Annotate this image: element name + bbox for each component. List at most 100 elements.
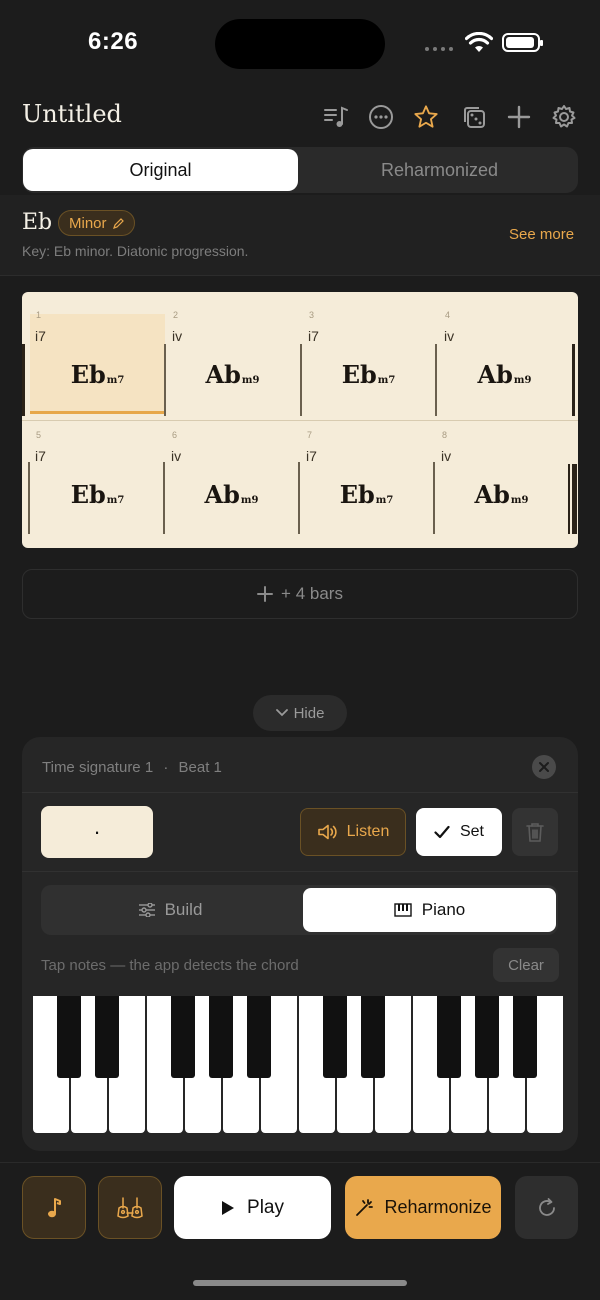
- piano-black-key[interactable]: [171, 996, 195, 1078]
- chord-root: Ab: [477, 360, 513, 389]
- play-icon: [222, 1200, 235, 1215]
- roman-numeral: i7: [306, 448, 317, 464]
- delete-button[interactable]: [512, 808, 558, 856]
- key-description: Key: Eb minor. Diatonic progression.: [22, 243, 249, 259]
- barline: [164, 344, 166, 416]
- mode-badge[interactable]: Minor: [58, 210, 135, 236]
- bar-number: 5: [36, 430, 42, 440]
- chord-quality: m7: [106, 375, 125, 386]
- bar-8[interactable]: 8 iv Abm9: [434, 430, 569, 534]
- add-bars-button[interactable]: + 4 bars: [22, 569, 578, 619]
- chord-symbol: Abm9: [164, 480, 299, 509]
- bar-number: 6: [172, 430, 178, 440]
- close-icon: [539, 762, 549, 772]
- gear-icon[interactable]: [551, 104, 577, 130]
- see-more-link[interactable]: See more: [509, 226, 574, 243]
- bar-2[interactable]: 2 iv Abm9: [165, 310, 300, 414]
- beat-label: Beat 1: [178, 759, 222, 776]
- bar-4[interactable]: 4 iv Abm9: [437, 310, 572, 414]
- editor-position: Time signature 1 · Beat 1: [42, 759, 222, 776]
- roman-numeral: i7: [35, 448, 46, 464]
- music-list-icon[interactable]: [323, 104, 349, 130]
- build-label: Build: [164, 900, 203, 919]
- wifi-icon: [464, 31, 494, 59]
- barline: [163, 462, 165, 534]
- piano-black-key[interactable]: [475, 996, 499, 1078]
- key-name: Eb: [22, 210, 53, 235]
- status-time: 6:26: [88, 28, 139, 55]
- tab-reharmonized[interactable]: Reharmonized: [302, 149, 577, 191]
- piano-black-key[interactable]: [209, 996, 233, 1078]
- chord-root: Eb: [339, 480, 375, 509]
- band-button[interactable]: [98, 1176, 162, 1239]
- piano-black-key[interactable]: [323, 996, 347, 1078]
- music-note-button[interactable]: [22, 1176, 86, 1239]
- bar-5[interactable]: 5 i7 Ebm7: [30, 430, 165, 534]
- tap-hint: Tap notes — the app detects the chord: [41, 957, 299, 974]
- chord-symbol: Abm9: [434, 480, 569, 509]
- instruments-icon: [117, 1196, 143, 1218]
- piano-black-key[interactable]: [513, 996, 537, 1078]
- final-barline-thick: [572, 464, 577, 534]
- barline: [298, 462, 300, 534]
- piano-black-key[interactable]: [361, 996, 385, 1078]
- home-indicator[interactable]: [193, 1280, 407, 1286]
- start-barline: [22, 344, 25, 416]
- dice-icon[interactable]: [461, 104, 487, 130]
- chord-symbol: Ebm7: [30, 480, 165, 509]
- trash-icon: [526, 823, 544, 842]
- pencil-icon: [112, 217, 124, 229]
- close-editor-button[interactable]: [532, 755, 556, 779]
- piano-black-key[interactable]: [437, 996, 461, 1078]
- piano-black-key[interactable]: [95, 996, 119, 1078]
- star-icon[interactable]: [413, 104, 439, 130]
- chord-symbol: Ebm7: [30, 360, 165, 389]
- listen-button[interactable]: Listen: [300, 808, 406, 856]
- piano-keyboard: [33, 996, 567, 1133]
- bar-number: 2: [173, 310, 179, 320]
- chord-quality: m7: [106, 495, 125, 506]
- hide-button[interactable]: Hide: [253, 695, 347, 731]
- piano-label: Piano: [421, 900, 466, 919]
- bar-6[interactable]: 6 iv Abm9: [164, 430, 299, 534]
- chord-root: Ab: [204, 480, 240, 509]
- chord-display[interactable]: ·: [41, 806, 153, 858]
- bar-1[interactable]: 1 i7 Ebm7: [30, 310, 165, 414]
- clear-button[interactable]: Clear: [493, 948, 559, 982]
- piano-black-key[interactable]: [57, 996, 81, 1078]
- reharmonize-button[interactable]: Reharmonize: [345, 1176, 501, 1239]
- bar-number: 3: [309, 310, 315, 320]
- bar-3[interactable]: 3 i7 Ebm7: [301, 310, 436, 414]
- bar-number: 8: [442, 430, 448, 440]
- mode-label: Minor: [69, 214, 107, 232]
- chord-symbol: Abm9: [165, 360, 300, 389]
- reharmonize-label: Reharmonize: [384, 1197, 492, 1217]
- music-note-icon: [48, 1197, 61, 1217]
- tab-piano[interactable]: Piano: [303, 888, 556, 932]
- barline: [435, 344, 437, 416]
- listen-label: Listen: [346, 823, 390, 840]
- regenerate-button[interactable]: [515, 1176, 578, 1239]
- chevron-down-icon: [275, 709, 288, 717]
- plus-icon: [257, 586, 274, 602]
- signal-icon: [425, 47, 453, 51]
- divider: [22, 792, 578, 793]
- chord-quality: m9: [240, 495, 259, 506]
- chord-grid: 1 i7 Ebm7 2 iv Abm9 3 i7 Ebm7 4 iv Abm9 …: [22, 292, 578, 548]
- input-mode-control: Build Piano: [41, 885, 558, 935]
- set-button[interactable]: Set: [416, 808, 502, 856]
- song-title[interactable]: Untitled: [22, 100, 122, 128]
- bar-7[interactable]: 7 i7 Ebm7: [299, 430, 434, 534]
- barline: [433, 462, 435, 534]
- chord-root: Eb: [70, 360, 106, 389]
- chord-root: Ab: [474, 480, 510, 509]
- add-bars-label: + 4 bars: [281, 584, 343, 603]
- tab-build[interactable]: Build: [44, 888, 297, 932]
- chord-symbol: Abm9: [437, 360, 572, 389]
- tab-original[interactable]: Original: [23, 149, 298, 191]
- play-button[interactable]: Play: [174, 1176, 331, 1239]
- plus-icon[interactable]: [506, 104, 532, 130]
- piano-black-key[interactable]: [247, 996, 271, 1078]
- more-icon[interactable]: [368, 104, 394, 130]
- bar-number: 1: [36, 310, 42, 320]
